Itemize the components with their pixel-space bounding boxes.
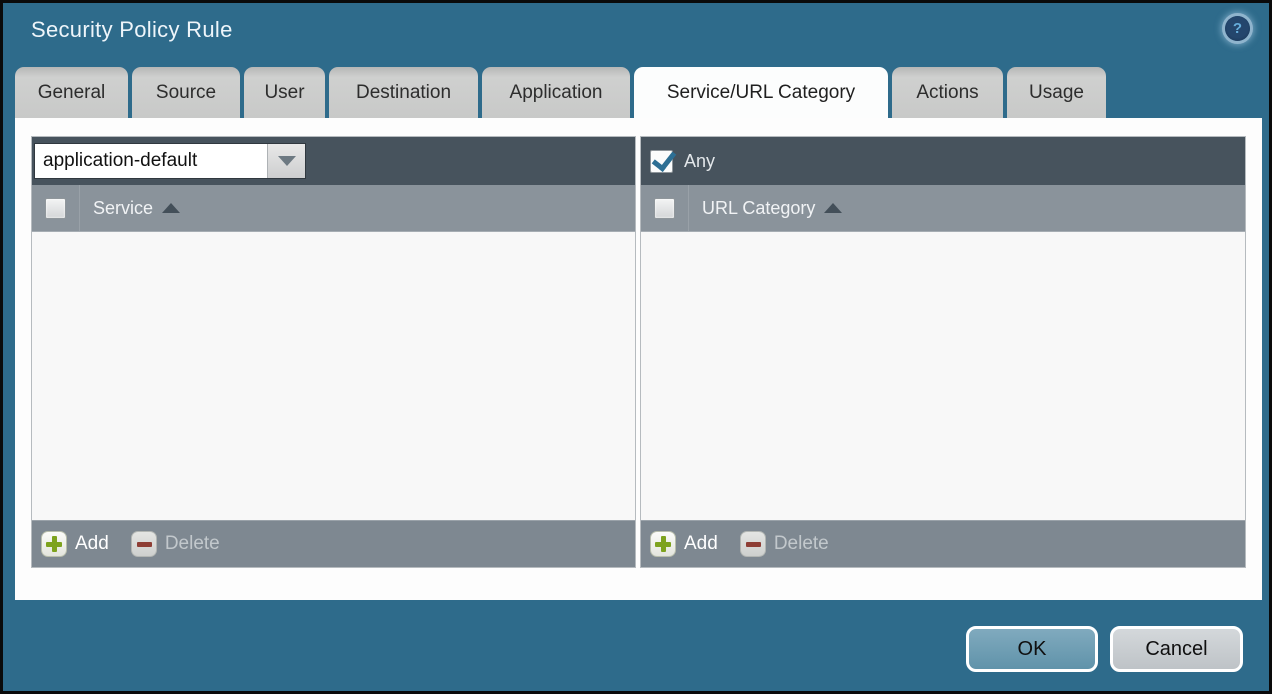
url-category-column-sort[interactable]: URL Category bbox=[702, 198, 842, 219]
tab-application[interactable]: Application bbox=[482, 67, 630, 118]
sort-ascending-icon bbox=[824, 203, 842, 213]
plus-icon bbox=[41, 531, 67, 557]
tab-general[interactable]: General bbox=[15, 67, 128, 118]
delete-url-category-label: Delete bbox=[774, 533, 829, 555]
service-column-sort[interactable]: Service bbox=[93, 198, 180, 219]
service-select-all-cell bbox=[32, 185, 80, 231]
url-category-list bbox=[641, 232, 1245, 520]
tab-actions[interactable]: Actions bbox=[892, 67, 1003, 118]
tab-source[interactable]: Source bbox=[132, 67, 240, 118]
tab-content-area: Service Add Delete Any bbox=[15, 118, 1262, 600]
help-icon[interactable]: ? bbox=[1225, 16, 1250, 41]
delete-service-label: Delete bbox=[165, 533, 220, 555]
sort-ascending-icon bbox=[162, 203, 180, 213]
service-panel-footer: Add Delete bbox=[32, 520, 635, 567]
plus-icon bbox=[650, 531, 676, 557]
service-panel-header bbox=[32, 137, 635, 185]
delete-service-button[interactable]: Delete bbox=[131, 531, 220, 557]
security-policy-rule-dialog: Security Policy Rule ? General Source Us… bbox=[0, 0, 1272, 694]
tab-usage[interactable]: Usage bbox=[1007, 67, 1106, 118]
url-category-select-all-checkbox[interactable] bbox=[654, 198, 675, 219]
url-category-panel-header: Any bbox=[641, 137, 1245, 185]
tab-destination[interactable]: Destination bbox=[329, 67, 478, 118]
service-column-header: Service bbox=[32, 185, 635, 232]
service-type-dropdown-button[interactable] bbox=[267, 144, 305, 178]
cancel-button[interactable]: Cancel bbox=[1110, 626, 1243, 672]
add-service-button[interactable]: Add bbox=[41, 531, 109, 557]
service-column-label: Service bbox=[93, 198, 153, 219]
url-category-panel-footer: Add Delete bbox=[641, 520, 1245, 567]
service-select-all-checkbox[interactable] bbox=[45, 198, 66, 219]
add-url-category-button[interactable]: Add bbox=[650, 531, 718, 557]
add-service-label: Add bbox=[75, 533, 109, 555]
ok-button[interactable]: OK bbox=[966, 626, 1098, 672]
minus-icon bbox=[131, 531, 157, 557]
dialog-title: Security Policy Rule bbox=[31, 17, 233, 43]
url-category-column-header: URL Category bbox=[641, 185, 1245, 232]
service-panel: Service Add Delete bbox=[31, 136, 636, 568]
service-list bbox=[32, 232, 635, 520]
tab-bar: General Source User Destination Applicat… bbox=[15, 67, 1106, 118]
any-checkbox[interactable] bbox=[650, 150, 673, 173]
url-category-select-all-cell bbox=[641, 185, 689, 231]
service-type-dropdown[interactable] bbox=[34, 143, 306, 179]
delete-url-category-button[interactable]: Delete bbox=[740, 531, 829, 557]
any-label: Any bbox=[684, 151, 715, 172]
url-category-column-label: URL Category bbox=[702, 198, 815, 219]
add-url-category-label: Add bbox=[684, 533, 718, 555]
minus-icon bbox=[740, 531, 766, 557]
url-category-panel: Any URL Category Add Delete bbox=[640, 136, 1246, 568]
tab-service-url-category[interactable]: Service/URL Category bbox=[634, 67, 888, 118]
tab-user[interactable]: User bbox=[244, 67, 325, 118]
service-type-input[interactable] bbox=[35, 144, 267, 178]
chevron-down-icon bbox=[278, 156, 296, 166]
